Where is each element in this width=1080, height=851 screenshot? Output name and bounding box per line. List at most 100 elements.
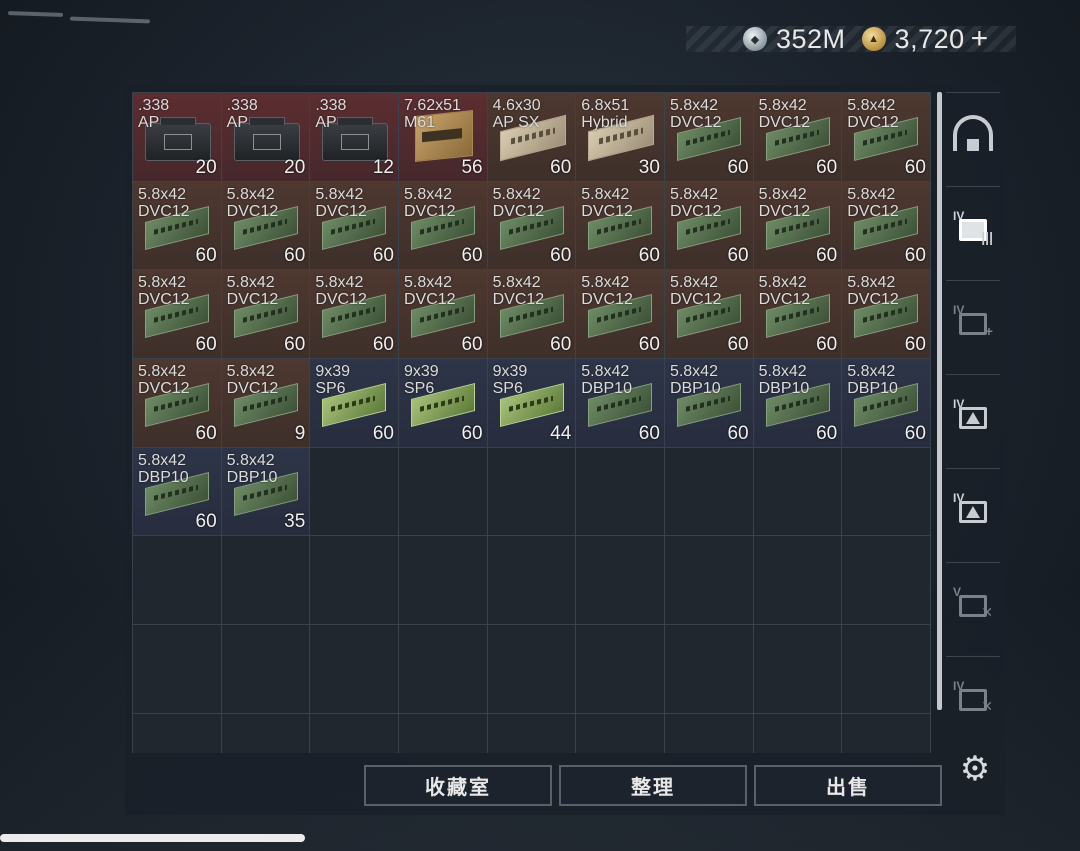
stash-item-slot[interactable]: 5.8x42 DVC12 60 bbox=[753, 270, 843, 359]
item-count: 12 bbox=[372, 156, 394, 178]
stash-item-slot[interactable]: 5.8x42 DVC12 60 bbox=[398, 270, 488, 359]
item-name: 5.8x42 DVC12 bbox=[138, 185, 190, 220]
stash-item-slot[interactable]: 5.8x42 DVC12 9 bbox=[221, 358, 311, 448]
empty-stash-slot[interactable] bbox=[664, 447, 754, 537]
home-indicator[interactable] bbox=[0, 834, 305, 842]
stash-item-slot[interactable]: .338 AP 12 bbox=[310, 93, 399, 182]
item-name: 5.8x42 DVC12 bbox=[669, 274, 722, 309]
sidebar-warning-iv-button[interactable]: IV bbox=[946, 374, 1000, 455]
empty-stash-slot[interactable] bbox=[753, 713, 843, 753]
empty-stash-slot[interactable] bbox=[753, 624, 843, 714]
stash-item-slot[interactable]: 9x39 SP6 44 bbox=[487, 358, 577, 448]
stash-item-slot[interactable]: 5.8x42 DVC12 60 bbox=[753, 93, 843, 182]
sidebar-tools-v-button[interactable]: V ✕ bbox=[946, 562, 1000, 643]
stash-item-slot[interactable]: 5.8x42 DVC12 60 bbox=[842, 93, 931, 182]
stash-item-slot[interactable]: 5.8x42 DVC12 60 bbox=[221, 181, 311, 271]
empty-stash-slot[interactable] bbox=[221, 536, 311, 625]
empty-stash-slot[interactable] bbox=[310, 713, 399, 753]
stash-item-slot[interactable]: 5.8x42 DVC12 60 bbox=[310, 181, 399, 271]
stash-item-slot[interactable]: 5.8x42 DVC12 60 bbox=[576, 270, 665, 359]
stash-item-slot[interactable]: 5.8x42 DVC12 60 bbox=[133, 270, 222, 359]
empty-stash-slot[interactable] bbox=[310, 447, 399, 537]
stash-item-slot[interactable]: 4.6x30 AP SX 60 bbox=[487, 93, 577, 182]
empty-stash-slot[interactable] bbox=[664, 624, 754, 714]
stash-item-slot[interactable]: .338 AP 20 bbox=[133, 93, 222, 182]
stash-item-slot[interactable]: .338 AP 20 bbox=[221, 93, 311, 182]
item-count: 60 bbox=[550, 245, 572, 267]
sidebar-home-button[interactable] bbox=[946, 92, 1000, 173]
empty-stash-slot[interactable] bbox=[576, 447, 665, 537]
empty-stash-slot[interactable] bbox=[310, 536, 399, 625]
item-count: 60 bbox=[727, 245, 749, 267]
item-count: 20 bbox=[284, 156, 306, 178]
item-count: 60 bbox=[372, 245, 394, 267]
stash-item-slot[interactable]: 5.8x42 DBP10 35 bbox=[221, 447, 311, 537]
stash-item-slot[interactable]: 5.8x42 DBP10 60 bbox=[133, 447, 222, 537]
stash-item-slot[interactable]: 5.8x42 DVC12 60 bbox=[842, 181, 931, 271]
empty-stash-slot[interactable] bbox=[576, 713, 665, 753]
stash-item-slot[interactable]: 5.8x42 DVC12 60 bbox=[664, 93, 754, 182]
stash-item-slot[interactable]: 5.8x42 DVC12 60 bbox=[310, 270, 399, 359]
stash-item-slot[interactable]: 5.8x42 DVC12 60 bbox=[664, 181, 754, 271]
empty-stash-slot[interactable] bbox=[133, 536, 222, 625]
empty-stash-slot[interactable] bbox=[576, 536, 665, 625]
empty-stash-slot[interactable] bbox=[753, 447, 843, 537]
empty-stash-slot[interactable] bbox=[664, 713, 754, 753]
item-name: 5.8x42 DVC12 bbox=[847, 274, 899, 309]
stash-scrollbar[interactable] bbox=[937, 92, 942, 710]
organize-button[interactable]: 整理 bbox=[559, 765, 747, 806]
empty-stash-slot[interactable] bbox=[576, 624, 665, 714]
empty-stash-slot[interactable] bbox=[398, 624, 488, 714]
stash-item-slot[interactable]: 9x39 SP6 60 bbox=[310, 358, 399, 448]
empty-stash-slot[interactable] bbox=[398, 713, 488, 753]
empty-stash-slot[interactable] bbox=[753, 536, 843, 625]
stash-item-slot[interactable]: 5.8x42 DVC12 60 bbox=[133, 358, 222, 448]
stash-item-slot[interactable]: 5.8x42 DVC12 60 bbox=[753, 181, 843, 271]
stash-item-slot[interactable]: 5.8x42 DVC12 60 bbox=[842, 270, 931, 359]
stash-item-slot[interactable]: 5.8x42 DVC12 60 bbox=[487, 181, 577, 271]
stash-item-slot[interactable]: 5.8x42 DVC12 60 bbox=[487, 270, 577, 359]
empty-stash-slot[interactable] bbox=[842, 447, 931, 537]
item-count: 9 bbox=[294, 422, 306, 444]
sidebar-container-iv-button[interactable]: IV bbox=[946, 468, 1000, 549]
empty-stash-slot[interactable] bbox=[842, 536, 931, 625]
add-currency-button[interactable]: + bbox=[971, 24, 989, 54]
stash-item-slot[interactable]: 5.8x42 DVC12 60 bbox=[576, 181, 665, 271]
sidebar-folder-iv-button[interactable]: IV ||| bbox=[946, 186, 1000, 267]
item-count: 60 bbox=[284, 333, 306, 355]
empty-stash-slot[interactable] bbox=[310, 624, 399, 714]
empty-stash-slot[interactable] bbox=[487, 713, 577, 753]
empty-stash-slot[interactable] bbox=[133, 624, 222, 714]
empty-stash-slot[interactable] bbox=[221, 713, 311, 753]
stash-item-slot[interactable]: 5.8x42 DBP10 60 bbox=[664, 358, 754, 448]
stash-item-slot[interactable]: 7.62x51 M61 56 bbox=[398, 93, 488, 182]
empty-stash-slot[interactable] bbox=[487, 536, 577, 625]
stash-item-slot[interactable]: 5.8x42 DVC12 60 bbox=[221, 270, 311, 359]
stash-item-slot[interactable]: 5.8x42 DBP10 60 bbox=[576, 358, 665, 448]
item-name: 5.8x42 DBP10 bbox=[138, 451, 189, 486]
stash-item-slot[interactable]: 9x39 SP6 60 bbox=[398, 358, 488, 448]
empty-stash-slot[interactable] bbox=[842, 713, 931, 753]
sidebar-tools-iv-button[interactable]: IV ✕ bbox=[946, 656, 1000, 737]
empty-stash-slot[interactable] bbox=[133, 713, 222, 753]
sidebar-med-iv-button[interactable]: IV + bbox=[946, 280, 1000, 361]
stash-item-slot[interactable]: 5.8x42 DBP10 60 bbox=[753, 358, 843, 448]
toolbox-v-icon: V ✕ bbox=[953, 585, 993, 620]
empty-stash-slot[interactable] bbox=[487, 624, 577, 714]
empty-stash-slot[interactable] bbox=[664, 536, 754, 625]
gold-amount: 3,720 bbox=[894, 23, 965, 54]
stash-item-slot[interactable]: 6.8x51 Hybrid 30 bbox=[576, 93, 665, 182]
empty-stash-slot[interactable] bbox=[221, 624, 311, 714]
stash-item-slot[interactable]: 5.8x42 DVC12 60 bbox=[398, 181, 488, 271]
empty-stash-slot[interactable] bbox=[398, 536, 488, 625]
sell-button[interactable]: 出售 bbox=[754, 765, 942, 806]
stash-item-slot[interactable]: 5.8x42 DVC12 60 bbox=[664, 270, 754, 359]
empty-stash-slot[interactable] bbox=[842, 624, 931, 714]
empty-stash-slot[interactable] bbox=[487, 447, 577, 537]
gear-icon[interactable]: ⚙ bbox=[958, 752, 992, 786]
empty-stash-slot[interactable] bbox=[398, 447, 488, 537]
stash-item-slot[interactable]: 5.8x42 DBP10 60 bbox=[842, 358, 931, 448]
collection-room-button[interactable]: 收藏室 bbox=[364, 765, 552, 806]
stash-item-slot[interactable]: 5.8x42 DVC12 60 bbox=[133, 181, 222, 271]
stash-grid[interactable]: .338 AP 20 .338 AP 20 .338 AP 12 7.62x51 M61 56… bbox=[132, 92, 931, 753]
